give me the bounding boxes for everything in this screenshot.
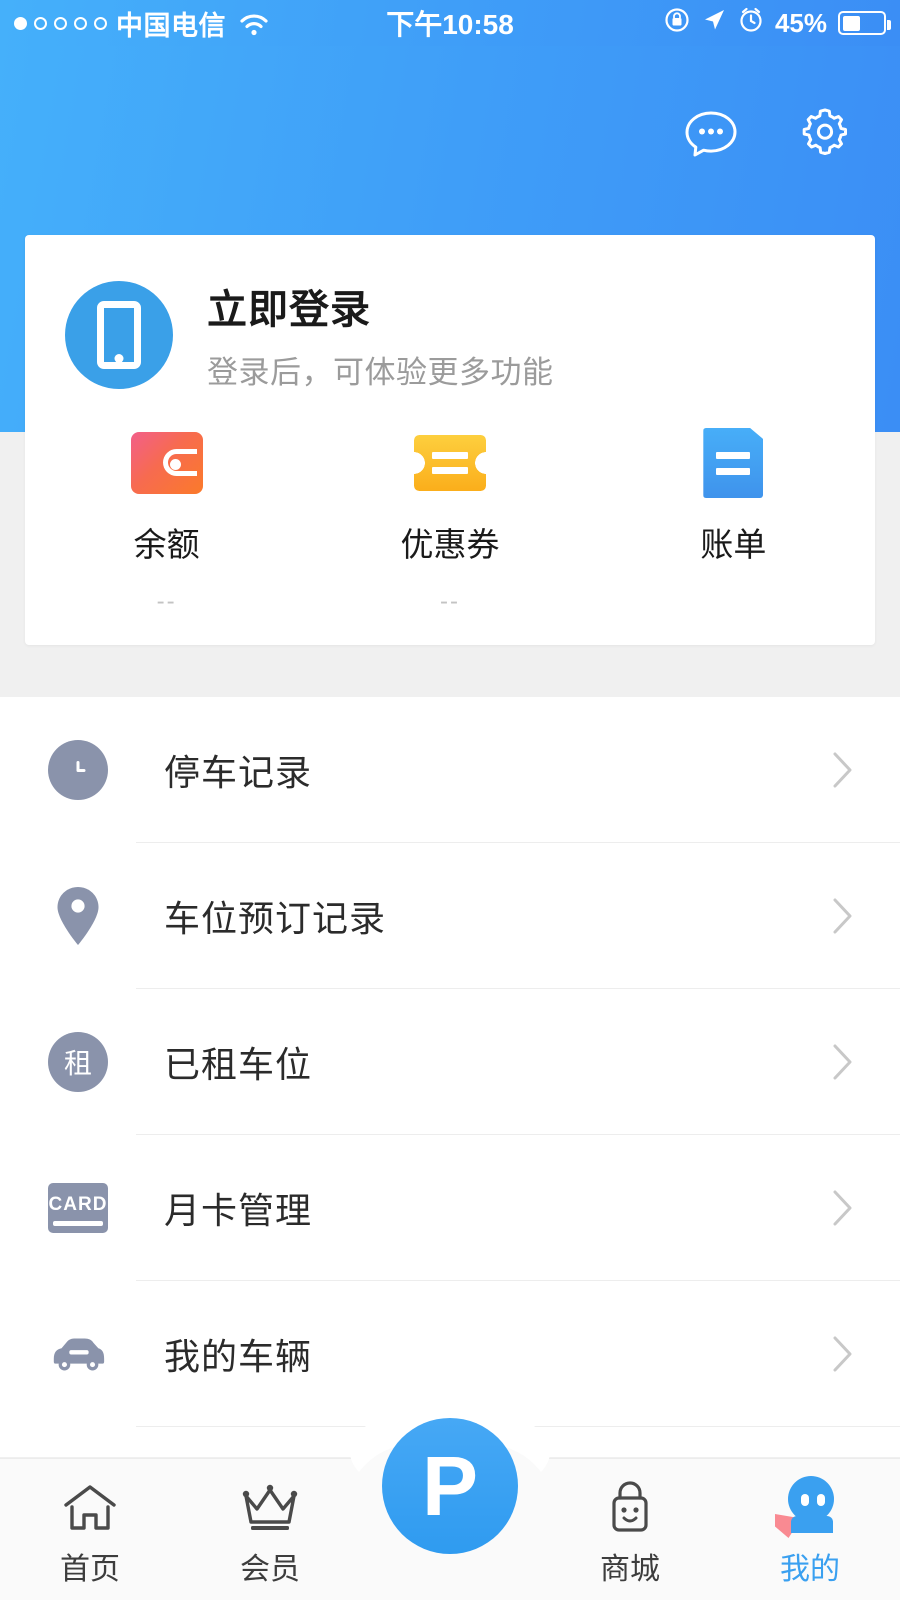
menu-item-label: 已租车位 (164, 1044, 313, 1085)
quick-action-coupon[interactable]: 优惠券 -- (308, 428, 591, 616)
menu-list: 停车记录 车位预订记录 租 已租车位 CARD 月卡管理 我的车辆 (0, 697, 900, 1457)
battery-icon (838, 11, 891, 35)
nav-tab-mall[interactable]: 商城 (540, 1458, 720, 1600)
card-icon: CARD (48, 1178, 108, 1238)
quick-actions-row: 余额 -- 优惠券 -- 账单 (25, 428, 875, 616)
nav-tab-home[interactable]: 首页 (0, 1458, 180, 1600)
nav-tab-label: 会员 (240, 1553, 300, 1586)
chevron-right-icon (832, 1043, 854, 1081)
clock-icon (48, 740, 108, 800)
wallet-icon (130, 428, 204, 498)
login-subtitle: 登录后，可体验更多功能 (207, 355, 554, 390)
gear-icon[interactable] (796, 103, 854, 161)
nav-tab-label: 商城 (600, 1553, 660, 1586)
quick-action-label: 账单 (700, 526, 767, 563)
coupon-ticket-icon (413, 428, 487, 498)
shopping-bag-icon (604, 1478, 656, 1534)
location-pin-icon (48, 886, 108, 946)
status-bar: 中国电信 下午10:58 45% (0, 0, 900, 46)
nav-tab-label: 首页 (60, 1553, 120, 1586)
login-title: 立即登录 (207, 288, 371, 332)
chat-bubble-icon[interactable] (682, 103, 740, 161)
menu-item-monthly-card[interactable]: CARD 月卡管理 (0, 1135, 900, 1281)
menu-item-label: 车位预订记录 (164, 898, 387, 939)
chevron-right-icon (832, 1189, 854, 1227)
quick-action-bill[interactable]: 账单 (592, 428, 875, 616)
app-root: 中国电信 下午10:58 45% 立即登录 登录后，可体验更多功能 余额 -- … (0, 0, 900, 1600)
menu-item-parking-records[interactable]: 停车记录 (0, 697, 900, 843)
rent-circle-icon: 租 (48, 1032, 108, 1092)
profile-mascot-icon (775, 1476, 841, 1538)
rent-circle-icon-text: 租 (63, 1048, 92, 1079)
chevron-right-icon (832, 751, 854, 789)
home-icon (62, 1478, 118, 1534)
chevron-right-icon (832, 1335, 854, 1373)
menu-item-label: 月卡管理 (164, 1190, 313, 1231)
nav-tab-profile[interactable]: 我的 (720, 1458, 900, 1600)
crown-icon (241, 1478, 299, 1534)
menu-item-label: 停车记录 (164, 752, 313, 793)
nav-tab-member[interactable]: 会员 (180, 1458, 360, 1600)
bill-document-icon (696, 428, 770, 498)
avatar (65, 280, 173, 389)
bottom-nav: 首页 会员 P 商城 (0, 1404, 900, 1600)
header-actions (682, 103, 854, 161)
login-row[interactable]: 立即登录 登录后，可体验更多功能 (25, 235, 875, 392)
status-bar-time: 下午10:58 (386, 9, 514, 40)
login-text-block: 立即登录 登录后，可体验更多功能 (207, 277, 554, 392)
phone-icon (97, 300, 141, 369)
menu-item-reservation-records[interactable]: 车位预订记录 (0, 843, 900, 989)
quick-action-balance[interactable]: 余额 -- (25, 428, 308, 616)
quick-action-label: 优惠券 (400, 526, 500, 563)
menu-item-label: 我的车辆 (164, 1336, 313, 1377)
quick-action-value: -- (440, 588, 460, 615)
login-card: 立即登录 登录后，可体验更多功能 余额 -- 优惠券 -- 账单 (25, 235, 875, 645)
quick-action-label: 余额 (133, 526, 200, 563)
quick-action-value: -- (156, 588, 177, 615)
parking-p-icon[interactable]: P (382, 1418, 518, 1554)
car-icon (48, 1324, 108, 1384)
nav-tab-label: 我的 (780, 1553, 840, 1586)
chevron-right-icon (832, 897, 854, 935)
menu-item-rented-space[interactable]: 租 已租车位 (0, 989, 900, 1135)
card-icon-text: CARD (48, 1194, 108, 1215)
